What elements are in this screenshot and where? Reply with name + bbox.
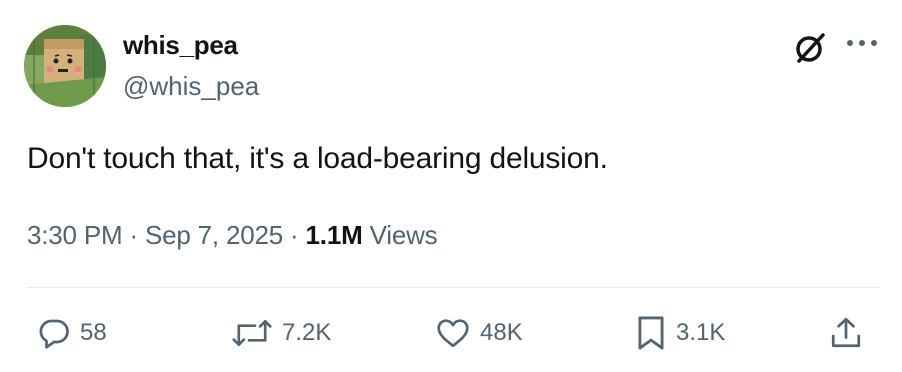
more-button[interactable] <box>842 28 882 58</box>
repost-count: 7.2K <box>282 319 332 346</box>
bookmark-icon <box>638 316 664 350</box>
share-icon <box>831 317 861 348</box>
author-handle[interactable]: @whis_pea <box>123 71 259 102</box>
tweet-meta: 3:30 PM · Sep 7, 2025 · 1.1M Views <box>27 220 438 251</box>
bookmark-button[interactable]: 3.1K <box>634 311 725 355</box>
share-button[interactable] <box>828 311 864 355</box>
tweet-text: Don't touch that, it's a load-bearing de… <box>27 142 608 175</box>
grok-icon <box>796 33 825 63</box>
reply-icon <box>39 319 69 349</box>
meta-separator: · <box>129 220 138 250</box>
heart-icon <box>437 319 469 348</box>
repost-button[interactable]: 7.2K <box>230 311 331 355</box>
bookmark-count: 3.1K <box>676 319 726 346</box>
grok-button[interactable] <box>790 28 830 68</box>
avatar[interactable] <box>24 25 106 107</box>
like-button[interactable]: 48K <box>434 311 523 355</box>
repost-icon <box>232 319 272 347</box>
meta-separator: · <box>290 220 299 250</box>
tweet-time[interactable]: 3:30 PM <box>27 220 123 250</box>
divider <box>27 287 880 288</box>
more-icon <box>847 40 877 46</box>
author-display-name[interactable]: whis_pea <box>123 30 238 61</box>
avatar-image <box>24 25 106 107</box>
views-count[interactable]: 1.1M <box>306 220 363 250</box>
reply-count: 58 <box>80 319 107 346</box>
tweet-date[interactable]: Sep 7, 2025 <box>145 220 283 250</box>
like-count: 48K <box>480 319 523 346</box>
reply-button[interactable]: 58 <box>36 311 107 355</box>
views-label[interactable]: Views <box>370 220 438 250</box>
